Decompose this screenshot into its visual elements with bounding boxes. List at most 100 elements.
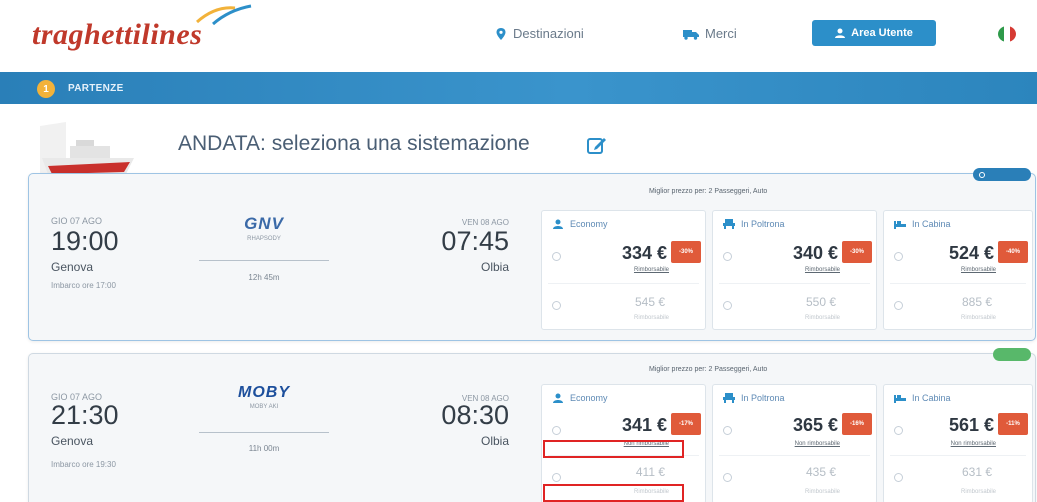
arrival-city: Olbia [480, 434, 509, 448]
logo-swoosh-icon [196, 4, 252, 26]
class-poltrona[interactable]: In Poltrona 340 € Rimborsabile -30% 550 … [712, 210, 877, 330]
alt-fare-condition: Rimborsabile [633, 315, 669, 321]
nav-freight-label: Merci [705, 26, 737, 41]
person-icon [553, 393, 563, 403]
alt-fare-price: 550 € [805, 295, 836, 309]
user-area-button[interactable]: Area Utente [812, 20, 936, 46]
carrier-logo: MOBY MOBY AKI [199, 384, 329, 410]
fare-price: 334 € [621, 243, 667, 263]
fare-condition[interactable]: Rimborsabile [634, 267, 669, 273]
italy-flag-icon[interactable] [998, 26, 1016, 42]
site-header: traghettilines Destinazioni Merci Area U… [0, 0, 1037, 72]
route-line [199, 432, 329, 433]
edit-icon[interactable] [586, 134, 608, 156]
fare-radio[interactable] [723, 473, 732, 482]
map-pin-icon [496, 27, 506, 40]
class-cabina[interactable]: In Cabina 561 € Non rimborsabile -11% 63… [883, 384, 1033, 502]
divider [719, 455, 870, 456]
class-poltrona[interactable]: In Poltrona 365 € Non rimborsabile -16% … [712, 384, 877, 502]
route-card[interactable]: Miglior prezzo per: 2 Passeggeri, Auto G… [28, 168, 1036, 341]
boarding-time: Imbarco ore 19:30 [51, 460, 116, 469]
class-header: In Poltrona [723, 219, 785, 229]
class-header: In Poltrona [723, 393, 785, 403]
fare-price: 561 € [948, 415, 994, 435]
fare-radio[interactable] [552, 301, 561, 310]
divider [548, 283, 699, 284]
fare-price: 365 € [792, 415, 838, 435]
carrier-logo: GNV RHAPSODY [199, 214, 329, 242]
arrival-time: 07:45 [441, 226, 509, 256]
fare-radio[interactable] [552, 426, 561, 435]
ferry-illustration [36, 118, 146, 180]
nav-freight[interactable]: Merci [683, 26, 737, 41]
person-icon [553, 219, 563, 229]
fare-condition[interactable]: Non rimborsabile [795, 441, 840, 447]
highlight-box [543, 484, 684, 502]
departure-date: GIO 07 AGO [51, 216, 103, 226]
ship-name: RHAPSODY [247, 236, 281, 242]
divider [890, 455, 1026, 456]
fare-price: 340 € [792, 243, 838, 263]
fare-price: 524 € [948, 243, 994, 263]
highlight-box [543, 440, 684, 458]
divider [719, 283, 870, 284]
truck-icon [683, 29, 699, 40]
site-logo[interactable]: traghettilines [32, 18, 202, 52]
trip-duration: 12h 45m [248, 273, 280, 282]
fare-radio[interactable] [552, 473, 561, 482]
departure-city: Genova [51, 434, 94, 448]
alt-fare-condition: Rimborsabile [960, 315, 996, 321]
discount-badge: -30% [671, 241, 701, 263]
fare-radio[interactable] [723, 252, 732, 261]
fare-condition[interactable]: Non rimborsabile [951, 441, 996, 447]
nav-destinations[interactable]: Destinazioni [495, 26, 584, 41]
user-icon [835, 28, 846, 38]
fare-radio[interactable] [894, 252, 903, 261]
boarding-time: Imbarco ore 17:00 [51, 281, 116, 290]
step-label[interactable]: PARTENZE [68, 83, 124, 94]
alt-fare-price: 631 € [961, 465, 992, 479]
fare-radio[interactable] [894, 426, 903, 435]
bed-icon [894, 221, 906, 229]
discount-badge: -11% [998, 413, 1028, 435]
departure-time: 19:00 [51, 226, 119, 256]
bed-icon [894, 395, 906, 403]
clock-icon [979, 171, 985, 178]
class-economy[interactable]: Economy 334 € Rimborsabile -30% 545 € Ri… [541, 210, 706, 330]
page-title: ANDATA: seleziona una sistemazione [178, 132, 530, 155]
fare-radio[interactable] [894, 301, 903, 310]
class-header: Economy [552, 219, 608, 229]
route-line [199, 260, 329, 261]
fare-radio[interactable] [552, 252, 561, 261]
fare-price: 341 € [621, 415, 667, 435]
armchair-icon [723, 219, 735, 229]
fare-condition[interactable]: Rimborsabile [961, 267, 996, 273]
best-price-note: Miglior prezzo per: 2 Passeggeri, Auto [649, 188, 768, 195]
arrival-time: 08:30 [441, 400, 509, 430]
alt-fare-price: 885 € [961, 295, 992, 309]
fare-condition[interactable]: Rimborsabile [805, 267, 840, 273]
user-area-label: Area Utente [851, 27, 913, 39]
alt-fare-condition: Rimborsabile [804, 489, 840, 495]
class-header: Economy [552, 393, 608, 403]
departure-time: 21:30 [51, 400, 119, 430]
route-badge [993, 348, 1031, 361]
step-bar: 1 PARTENZE [0, 72, 1037, 104]
step-number: 1 [37, 80, 55, 98]
departure-city: Genova [51, 260, 94, 274]
route-badge [973, 168, 1031, 181]
nav-destinations-label: Destinazioni [513, 26, 584, 41]
alt-fare-condition: Rimborsabile [960, 489, 996, 495]
fare-radio[interactable] [723, 301, 732, 310]
best-price-note: Miglior prezzo per: 2 Passeggeri, Auto [649, 366, 768, 373]
fare-radio[interactable] [723, 426, 732, 435]
route-card[interactable]: Miglior prezzo per: 2 Passeggeri, Auto G… [28, 348, 1036, 502]
class-cabina[interactable]: In Cabina 524 € Rimborsabile -40% 885 € … [883, 210, 1033, 330]
fare-radio[interactable] [894, 473, 903, 482]
class-header: In Cabina [894, 219, 951, 229]
class-header: In Cabina [894, 393, 951, 403]
alt-fare-price: 411 € [635, 465, 665, 479]
arrival-city: Olbia [480, 260, 509, 274]
trip-duration: 11h 00m [248, 444, 280, 453]
armchair-icon [723, 393, 735, 403]
